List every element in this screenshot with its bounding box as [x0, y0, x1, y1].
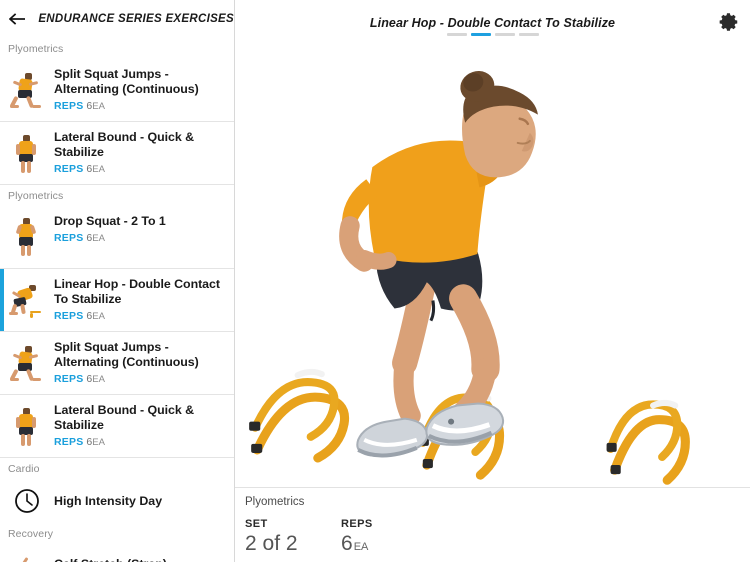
- list-item[interactable]: Split Squat Jumps - Alternating (Continu…: [0, 59, 234, 122]
- hurdle-left: [249, 368, 350, 463]
- exercise-thumbnail: [8, 69, 46, 113]
- exercise-sidebar: ENDURANCE SERIES EXERCISES Plyometrics S…: [0, 0, 235, 562]
- exercise-thumbnail: [8, 279, 46, 323]
- page-title: Linear Hop - Double Contact To Stabilize: [369, 16, 616, 30]
- list-item-body: Split Squat Jumps - Alternating (Continu…: [54, 340, 228, 386]
- athlete-head: [460, 71, 538, 178]
- hurdle-right: [606, 399, 690, 485]
- metric-key: REPS: [54, 163, 84, 175]
- exercise-stats: SET 2 of 2 REPS 6EA: [245, 518, 750, 556]
- metric-unit: EA: [92, 374, 105, 385]
- exercise-metric: REPS 6EA: [54, 232, 228, 245]
- athlete-front-leg: [446, 284, 500, 429]
- list-item-body: Linear Hop - Double Contact To Stabilize…: [54, 277, 228, 323]
- exercise-name: Lateral Bound - Quick & Stabilize: [54, 130, 194, 159]
- exercise-name: Split Squat Jumps - Alternating (Continu…: [54, 67, 199, 96]
- exercise-thumbnail: [8, 342, 46, 386]
- gear-icon[interactable]: [718, 11, 740, 33]
- metric-key: REPS: [54, 232, 84, 244]
- list-item[interactable]: Drop Squat - 2 To 1 REPS 6EA: [0, 206, 234, 269]
- metric-unit: EA: [92, 164, 105, 175]
- exercise-metric: REPS 6EA: [54, 436, 228, 449]
- metric-unit: EA: [92, 311, 105, 322]
- list-item[interactable]: Lateral Bound - Quick & Stabilize REPS 6E…: [0, 395, 234, 458]
- section-label-plyometrics-2: Plyometrics: [8, 190, 64, 202]
- exercise-thumbnail: [8, 216, 46, 260]
- exercise-name: Calf Stretch (Strap): [54, 557, 167, 562]
- list-item-body: Lateral Bound - Quick & Stabilize REPS 6E…: [54, 130, 228, 176]
- list-item[interactable]: Split Squat Jumps - Alternating (Continu…: [0, 332, 234, 395]
- main-header: Linear Hop - Double Contact To Stabilize: [235, 0, 750, 46]
- exercise-name: Linear Hop - Double Contact To Stabilize: [54, 277, 220, 306]
- stat-set-label: SET: [245, 518, 268, 530]
- exercise-name: Lateral Bound - Quick & Stabilize: [54, 403, 194, 432]
- metric-unit: EA: [92, 437, 105, 448]
- exercise-detail-panel: Linear Hop - Double Contact To Stabilize: [235, 0, 750, 562]
- exercise-metric: REPS 6EA: [54, 100, 228, 113]
- stat-reps-number: 6: [341, 532, 353, 555]
- exercise-thumbnail: [8, 405, 46, 449]
- stat-reps-value: 6EA: [341, 532, 373, 556]
- progress-segment-2-active: [470, 33, 491, 36]
- exercise-metric: REPS 6EA: [54, 163, 228, 176]
- stat-reps: REPS 6EA: [341, 518, 373, 556]
- exercise-photo-athlete: [249, 71, 690, 485]
- app-root: ENDURANCE SERIES EXERCISES Plyometrics S…: [0, 0, 750, 562]
- exercise-thumbnail: [8, 132, 46, 176]
- exercise-metric: REPS 6EA: [54, 310, 228, 323]
- stat-set: SET 2 of 2: [245, 518, 323, 556]
- exercise-metric: REPS 6EA: [54, 373, 228, 386]
- athlete-rear-shoe: [356, 417, 429, 458]
- sidebar-header: ENDURANCE SERIES EXERCISES: [0, 0, 234, 38]
- metric-unit: EA: [92, 101, 105, 112]
- exercise-thumbnail: [8, 553, 46, 562]
- progress-segment-1: [446, 33, 467, 36]
- clock-icon: [8, 488, 46, 514]
- exercise-info-panel: Plyometrics SET 2 of 2 REPS 6EA: [235, 487, 750, 562]
- exercise-name: Drop Squat - 2 To 1: [54, 214, 166, 228]
- stat-set-value: 2 of 2: [245, 532, 298, 555]
- metric-key: REPS: [54, 436, 84, 448]
- metric-key: REPS: [54, 100, 84, 112]
- exercise-name: Split Squat Jumps - Alternating (Continu…: [54, 340, 199, 369]
- list-item-selected[interactable]: Linear Hop - Double Contact To Stabilize…: [0, 269, 234, 332]
- list-item[interactable]: Lateral Bound - Quick & Stabilize REPS 6E…: [0, 122, 234, 185]
- list-item-calf-stretch[interactable]: Calf Stretch (Strap): [0, 544, 234, 562]
- list-item-body: Drop Squat - 2 To 1 REPS 6EA: [54, 214, 228, 245]
- exercise-image-stage: [235, 46, 750, 487]
- metric-unit: EA: [92, 233, 105, 244]
- list-item-high-intensity-day[interactable]: High Intensity Day: [0, 479, 234, 523]
- progress-segment-3: [494, 33, 515, 36]
- list-item-body: Lateral Bound - Quick & Stabilize REPS 6E…: [54, 403, 228, 449]
- section-label-plyometrics-1: Plyometrics: [8, 43, 64, 55]
- list-item-body: Split Squat Jumps - Alternating (Continu…: [54, 67, 228, 113]
- section-label-recovery: Recovery: [8, 528, 54, 540]
- exercise-name: High Intensity Day: [54, 494, 163, 508]
- section-label-cardio: Cardio: [8, 463, 40, 475]
- progress-indicator[interactable]: [446, 33, 539, 36]
- exercise-category: Plyometrics: [245, 496, 305, 508]
- stat-reps-unit: EA: [353, 541, 369, 553]
- progress-segment-4: [518, 33, 539, 36]
- back-arrow-icon[interactable]: [8, 8, 28, 30]
- metric-key: REPS: [54, 373, 84, 385]
- athlete-rear-leg: [392, 273, 436, 426]
- stat-reps-label: REPS: [341, 518, 373, 530]
- sidebar-title: ENDURANCE SERIES EXERCISES: [38, 13, 234, 25]
- metric-key: REPS: [54, 310, 84, 322]
